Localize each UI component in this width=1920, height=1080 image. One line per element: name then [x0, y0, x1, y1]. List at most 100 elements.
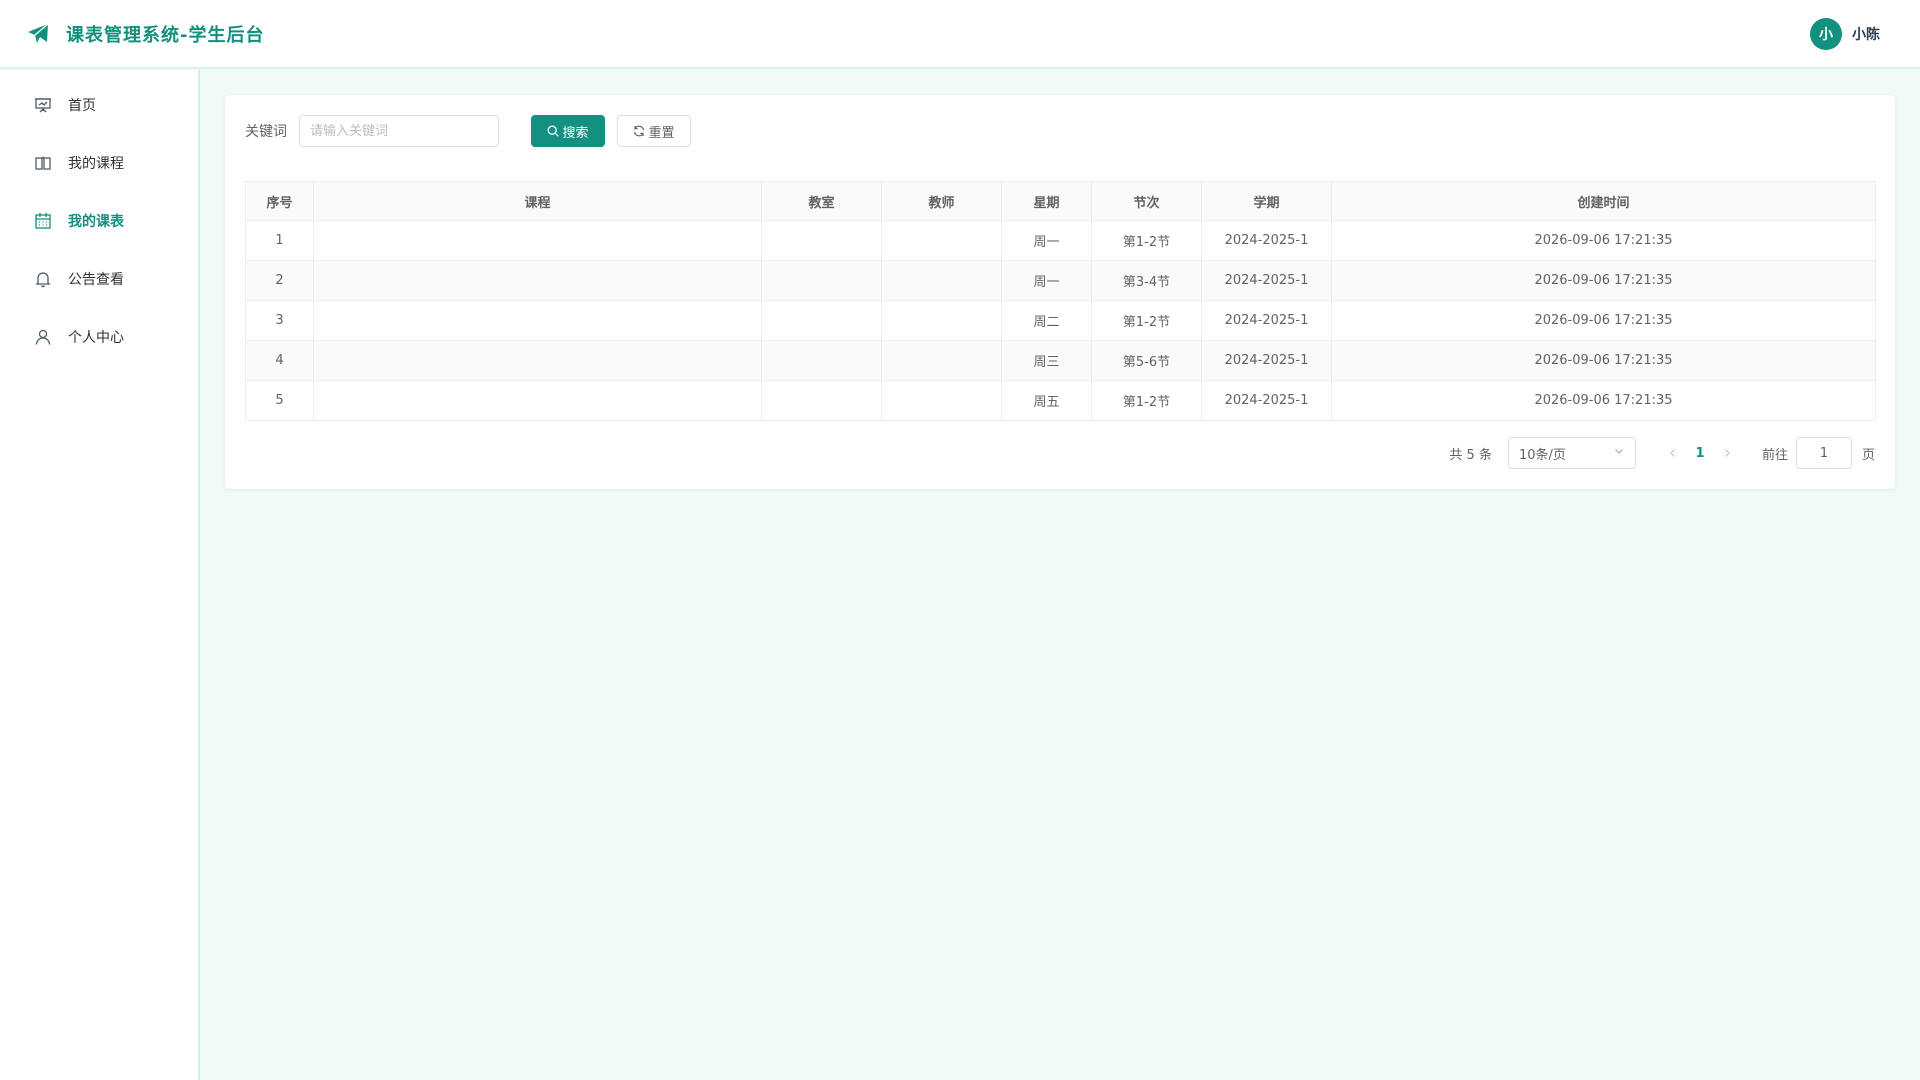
- keyword-label: 关键词: [245, 124, 287, 140]
- table-cell: [761, 260, 882, 301]
- presentation-icon: [34, 96, 52, 114]
- table-cell: 周五: [1001, 380, 1092, 421]
- search-button-label: 搜索: [562, 125, 589, 141]
- search-icon: [547, 125, 560, 137]
- table-cell: 3: [245, 300, 314, 341]
- table-cell: 第1-2节: [1091, 380, 1202, 421]
- username[interactable]: 小陈: [1852, 24, 1880, 44]
- table-cell: 第1-2节: [1091, 220, 1202, 261]
- sidebar-item-label: 个人中心: [68, 330, 124, 346]
- table-cell: [881, 220, 1002, 261]
- page-unit-label: 页: [1861, 447, 1875, 463]
- column-header: 星期: [1001, 181, 1092, 221]
- table-cell: 4: [245, 340, 314, 381]
- bell-icon: [34, 270, 52, 288]
- sidebar-item-home[interactable]: 首页: [0, 76, 198, 134]
- table-cell: 第5-6节: [1091, 340, 1202, 381]
- table-cell: [313, 380, 762, 421]
- table-cell: 1: [245, 220, 314, 261]
- table-body: 1 周一 第1-2节 2024-2025-1 2026-09-06 17:21:35 2 周…: [245, 220, 1876, 421]
- table-cell: [761, 380, 882, 421]
- table-cell: 周一: [1001, 260, 1092, 301]
- table-header: 序号 课程 教室 教师 星期 节次 学期 创建时间: [245, 181, 1876, 221]
- table-cell: 第3-4节: [1091, 260, 1202, 301]
- column-header: 节次: [1091, 181, 1202, 221]
- table-cell: [761, 300, 882, 341]
- sidebar-item-label: 首页: [68, 98, 96, 114]
- pagination: 共 5 条 10条/页 1 前往 页: [1449, 437, 1875, 469]
- sidebar-item-profile[interactable]: 个人中心: [0, 308, 198, 366]
- book-icon: [34, 154, 52, 172]
- sidebar-item-label: 我的课程: [68, 156, 124, 172]
- column-header: 创建时间: [1331, 181, 1876, 221]
- table-cell: 2024-2025-1: [1201, 380, 1332, 421]
- column-header: 课程: [313, 181, 762, 221]
- table-cell: [881, 300, 1002, 341]
- user-icon: [34, 328, 52, 346]
- table-cell: 2024-2025-1: [1201, 340, 1332, 381]
- table-cell: 2026-09-06 17:21:35: [1331, 220, 1876, 261]
- page-size-value: 10条/页: [1518, 447, 1566, 463]
- table-cell: 周二: [1001, 300, 1092, 341]
- page-number-current[interactable]: 1: [1684, 446, 1716, 461]
- table-row[interactable]: 4 周三 第5-6节 2024-2025-1 2026-09-06 17:21:35: [245, 340, 1876, 381]
- table-cell: [881, 260, 1002, 301]
- pagination-total: 共 5 条: [1449, 447, 1492, 463]
- table-cell: 第1-2节: [1091, 300, 1202, 341]
- table-row[interactable]: 2 周一 第3-4节 2024-2025-1 2026-09-06 17:21:35: [245, 260, 1876, 301]
- table-cell: 2026-09-06 17:21:35: [1331, 260, 1876, 301]
- chevron-right-icon: [1725, 449, 1730, 457]
- chevron-left-icon: [1670, 449, 1675, 457]
- table-cell: [761, 340, 882, 381]
- column-header: 学期: [1201, 181, 1332, 221]
- table-cell: 周一: [1001, 220, 1092, 261]
- calendar-icon: [34, 212, 52, 230]
- top-header: 课表管理系统-学生后台 小 小陈: [0, 0, 1920, 69]
- table-cell: 2026-09-06 17:21:35: [1331, 300, 1876, 341]
- table-cell: 周三: [1001, 340, 1092, 381]
- sidebar-item-label: 我的课表: [68, 214, 124, 230]
- table-cell: 2024-2025-1: [1201, 260, 1332, 301]
- table-cell: [881, 380, 1002, 421]
- table-cell: 5: [245, 380, 314, 421]
- table-cell: 2024-2025-1: [1201, 300, 1332, 341]
- search-button[interactable]: 搜索: [531, 115, 605, 147]
- next-page-button[interactable]: [1716, 447, 1738, 459]
- page-size-select[interactable]: 10条/页: [1507, 437, 1636, 469]
- reset-button[interactable]: 重置: [617, 115, 691, 147]
- table-row[interactable]: 5 周五 第1-2节 2024-2025-1 2026-09-06 17:21:35: [245, 380, 1876, 421]
- table-cell: [313, 220, 762, 261]
- refresh-icon: [633, 125, 645, 137]
- table-cell: [313, 340, 762, 381]
- prev-page-button[interactable]: [1662, 447, 1684, 459]
- table-cell: 2026-09-06 17:21:35: [1331, 340, 1876, 381]
- reset-button-label: 重置: [648, 125, 675, 141]
- user-menu[interactable]: 小 小陈: [1810, 18, 1880, 50]
- chevron-down-icon: [1613, 445, 1625, 461]
- search-bar: 关键词 搜索 重置: [245, 115, 691, 147]
- sidebar-item-my-courses[interactable]: 我的课程: [0, 134, 198, 192]
- keyword-input[interactable]: [299, 115, 499, 147]
- column-header: 教师: [881, 181, 1002, 221]
- paper-plane-icon: [26, 22, 50, 46]
- table-cell: [881, 340, 1002, 381]
- sidebar-item-announcements[interactable]: 公告查看: [0, 250, 198, 308]
- brand: 课表管理系统-学生后台: [26, 21, 264, 47]
- schedule-table: 序号 课程 教室 教师 星期 节次 学期 创建时间 1 周一 第1-2节 2024-2025-1 20…: [245, 181, 1876, 421]
- table-cell: 2026-09-06 17:21:35: [1331, 380, 1876, 421]
- avatar[interactable]: 小: [1810, 18, 1842, 50]
- schedule-card: 关键词 搜索 重置 序号课程教室教师星期节次学期创建时间 1周一第1-2节202…: [225, 95, 1895, 489]
- sidebar-item-my-schedule[interactable]: 我的课表: [0, 192, 198, 250]
- table-cell: [761, 220, 882, 261]
- table-cell: [313, 260, 762, 301]
- app-title: 课表管理系统-学生后台: [66, 24, 265, 46]
- sidebar: 首页 我的课程 我的课表 公告查看 个人中心: [0, 70, 200, 1080]
- sidebar-item-label: 公告查看: [68, 272, 124, 288]
- goto-label: 前往: [1761, 447, 1788, 463]
- table-row[interactable]: 3 周二 第1-2节 2024-2025-1 2026-09-06 17:21:35: [245, 300, 1876, 341]
- table-row[interactable]: 1 周一 第1-2节 2024-2025-1 2026-09-06 17:21:35: [245, 220, 1876, 261]
- table-cell: [313, 300, 762, 341]
- column-header: 教室: [761, 181, 882, 221]
- table-cell: 2024-2025-1: [1201, 220, 1332, 261]
- goto-page-input[interactable]: [1795, 437, 1852, 469]
